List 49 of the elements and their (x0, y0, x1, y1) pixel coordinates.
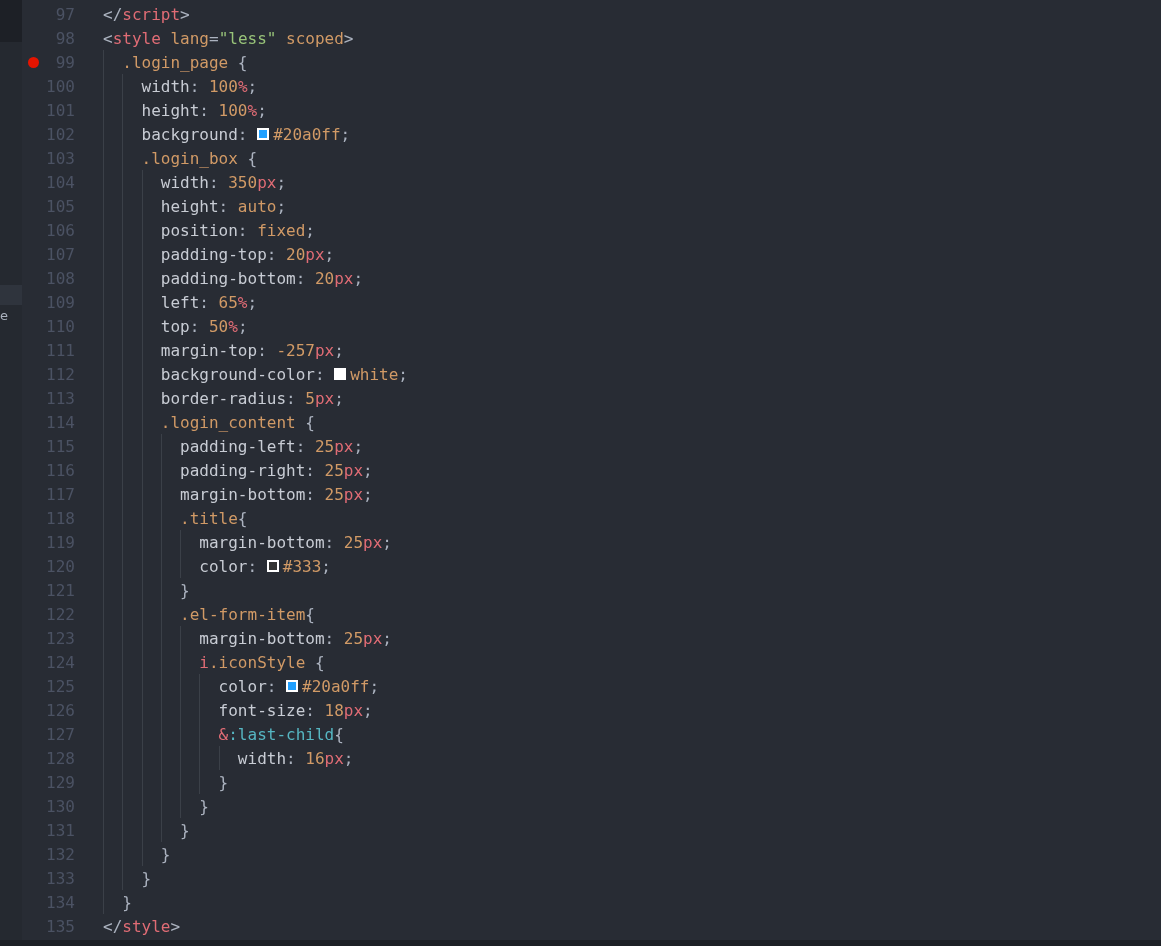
color-swatch-icon[interactable] (266, 560, 279, 572)
code-text: } (180, 579, 190, 602)
code-text: width: 100%; (141, 75, 258, 98)
code-text: margin-bottom: 25px; (180, 483, 373, 506)
code-text: margin-bottom: 25px; (199, 627, 392, 650)
code-text: </script> (103, 3, 190, 26)
code-text: padding-right: 25px; (180, 459, 373, 482)
code-text: &:last-child{ (218, 723, 344, 746)
color-swatch-icon[interactable] (257, 128, 270, 140)
code-text: padding-left: 25px; (180, 435, 364, 458)
code-text: border-radius: 5px; (160, 387, 344, 410)
code-text: .title{ (180, 507, 248, 530)
code-text: font-size: 18px; (218, 699, 373, 722)
sidebar-text: e (0, 307, 8, 323)
code-text: background-color: (160, 363, 326, 386)
code-text: } (180, 819, 190, 842)
color-swatch-icon[interactable] (334, 368, 347, 380)
code-text: padding-bottom: 20px; (160, 267, 364, 290)
breakpoint-icon[interactable] (28, 56, 39, 68)
code-text: left: 65%; (160, 291, 258, 314)
code-text: width: 16px; (237, 747, 354, 770)
code-text: margin-bottom: 25px; (199, 531, 392, 554)
code-text: position: fixed; (160, 219, 315, 242)
code-text: } (122, 891, 132, 914)
color-swatch-icon[interactable] (286, 680, 299, 692)
code-text: #20a0ff; (273, 123, 351, 146)
code-text: } (141, 867, 152, 890)
code-text: #20a0ff; (302, 675, 380, 698)
code-text: .login_page { (122, 51, 248, 74)
code-text: width: 350px; (160, 171, 287, 194)
code-text: .login_box { (141, 147, 258, 170)
code-text: .login_content { (160, 411, 315, 434)
code-text: i.iconStyle { (199, 651, 325, 674)
code-text: padding-top: 20px; (160, 243, 335, 266)
code-text: </style> (103, 915, 181, 938)
code-text: #333; (282, 555, 331, 578)
code-text: <style lang="less" scoped> (103, 27, 354, 50)
code-text: height: auto; (160, 195, 287, 218)
code-text: white; (350, 363, 408, 386)
code-text: } (218, 771, 229, 794)
code-text: } (199, 795, 209, 818)
code-text: .el-form-item{ (180, 603, 315, 626)
code-text: top: 50%; (160, 315, 248, 338)
code-text: } (160, 843, 171, 866)
code-text: height: 100%; (141, 99, 267, 122)
code-text: color: (199, 555, 259, 578)
code-text: background: (141, 123, 249, 146)
code-text: color: (218, 675, 278, 698)
code-text: margin-top: -257px; (160, 339, 344, 362)
